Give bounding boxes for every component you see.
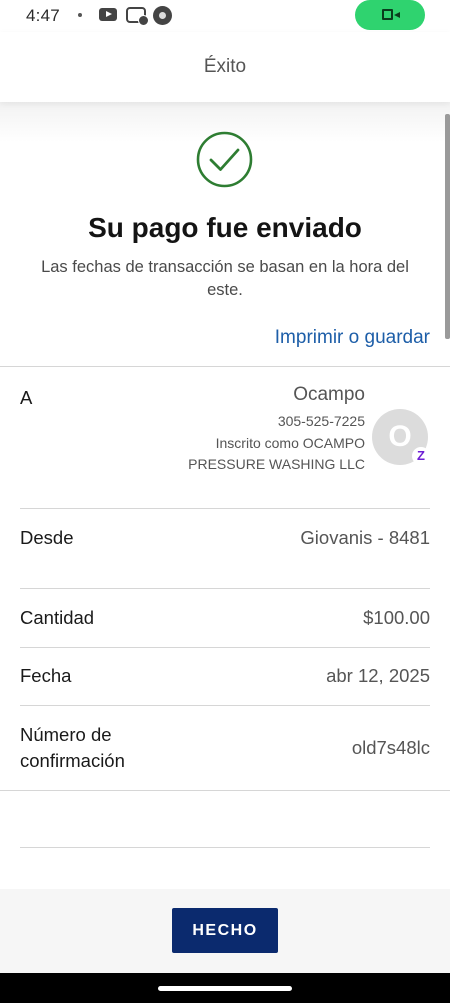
recipient-name: Ocampo [293, 384, 365, 405]
from-label: Desde [20, 527, 74, 548]
divider [20, 847, 430, 848]
zelle-icon: Z [412, 447, 430, 465]
divider [20, 647, 430, 648]
messenger-icon [126, 7, 149, 26]
success-title: Su pago fue enviado [88, 212, 362, 243]
date-value: abr 12, 2025 [326, 665, 430, 686]
check-circle-icon [196, 131, 253, 188]
from-account: Giovanis - 8481 [300, 527, 430, 548]
amount-value: $100.00 [363, 607, 430, 628]
notification-dot-icon [78, 13, 82, 17]
divider [20, 508, 430, 509]
ongoing-call-pill[interactable] [355, 0, 425, 30]
to-label: A [20, 387, 33, 408]
home-gesture-handle[interactable] [158, 986, 292, 991]
app-header: Éxito [0, 32, 450, 102]
system-navigation-bar [0, 973, 450, 1003]
amount-label: Cantidad [20, 607, 95, 628]
bottom-action-bar: HECHO [0, 889, 450, 973]
confirmation-number-value: old7s48lc [351, 737, 430, 758]
content-scroll-area[interactable]: Su pago fue enviado Las fechas de transa… [0, 102, 450, 889]
youtube-icon [99, 8, 117, 21]
divider [20, 705, 430, 706]
confirmation-number-label: Número de confirmación [20, 724, 125, 771]
recipient-enrolled-as: Inscrito como OCAMPO PRESSURE WASHING LL… [188, 435, 365, 472]
done-button[interactable]: HECHO [172, 908, 278, 953]
divider [0, 366, 450, 367]
status-bar: 4:47 [0, 0, 450, 32]
recipient-phone: 305-525-7225 [277, 413, 365, 429]
date-label: Fecha [20, 665, 72, 686]
print-or-save-link[interactable]: Imprimir o guardar [275, 327, 430, 349]
divider [0, 790, 450, 791]
app-circle-icon [153, 6, 172, 25]
page-title: Éxito [203, 56, 247, 77]
video-camera-icon [382, 9, 400, 20]
timezone-note: Las fechas de transacción se basan en la… [41, 258, 409, 299]
divider [20, 588, 430, 589]
status-time: 4:47 [26, 6, 60, 25]
